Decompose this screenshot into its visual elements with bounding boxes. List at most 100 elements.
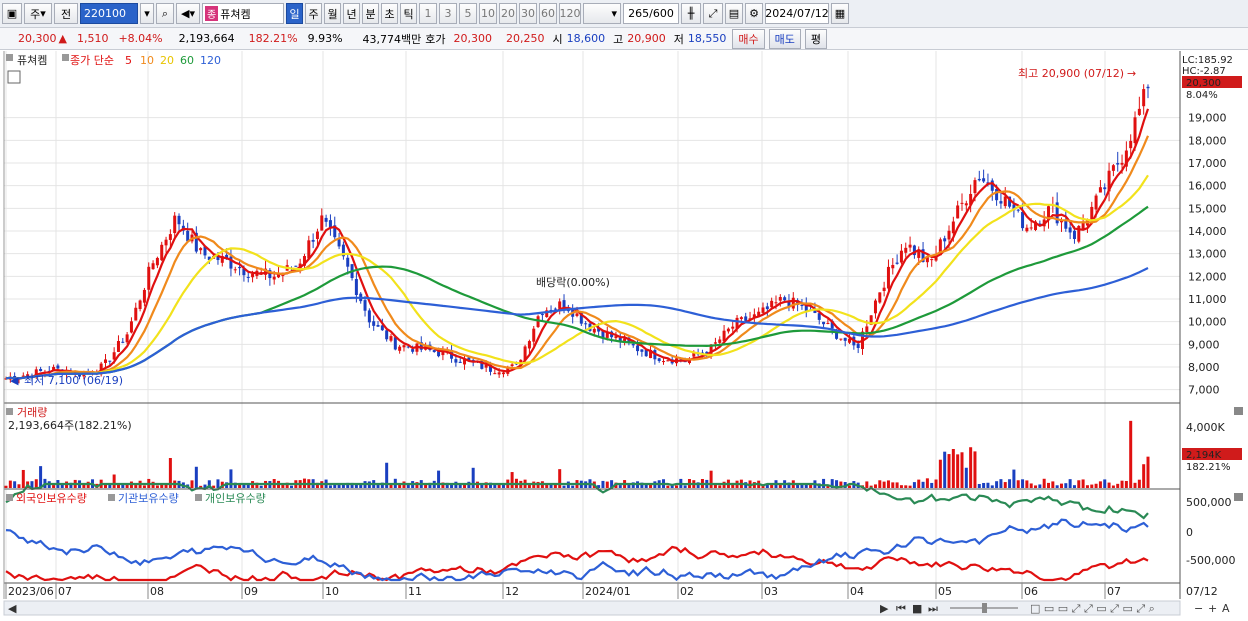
interval-20-label: 20 <box>501 7 515 20</box>
volume-bar <box>1003 482 1007 488</box>
volume-menu-icon[interactable] <box>6 408 13 415</box>
volume-close-icon[interactable] <box>1234 407 1243 415</box>
nav-first-icon[interactable]: ⏮ <box>896 602 906 615</box>
save-icon[interactable]: ▤ <box>725 3 743 24</box>
candle-body <box>995 188 999 201</box>
candle-body <box>1072 230 1076 240</box>
interval-5[interactable]: 5 <box>459 3 477 24</box>
interval-120[interactable]: 120 <box>559 3 581 24</box>
volume-bar <box>21 469 25 488</box>
volume-bar <box>1021 479 1025 488</box>
count-field[interactable]: 265/600 <box>623 3 679 24</box>
interval-1[interactable]: 1 <box>419 3 437 24</box>
candle-body <box>125 334 129 343</box>
sell-button[interactable]: 매도 <box>768 28 801 49</box>
price-tick-label: 12,000 <box>1188 270 1227 283</box>
holding-close-icon[interactable] <box>1234 493 1243 501</box>
scroll-left-icon[interactable]: ◀ <box>8 602 17 615</box>
mode-select[interactable]: 주 ▾ <box>24 3 52 24</box>
prev-button[interactable]: 전 <box>54 3 78 24</box>
holding-legend-indiv-icon[interactable] <box>195 494 202 501</box>
eval-button[interactable]: 평 <box>804 28 828 49</box>
price-panel-title: 퓨쳐켐 <box>17 54 47 67</box>
gear-icon[interactable]: ⚙ <box>745 3 763 24</box>
legend-menu-icon[interactable] <box>62 54 69 61</box>
candle-body <box>731 326 735 329</box>
zoom-out-icon[interactable]: − <box>1194 602 1203 615</box>
volume-bar <box>1038 484 1042 488</box>
candle-body <box>372 321 376 326</box>
period-week[interactable]: 주 <box>305 3 322 24</box>
candle-icon[interactable]: ╫ <box>681 3 701 24</box>
stock-name-field[interactable]: 종 퓨쳐켐 <box>202 3 284 24</box>
volume-bar <box>973 451 977 488</box>
period-day-label: 일 <box>289 7 300 21</box>
scroll-right-icon[interactable]: ▶ <box>880 602 889 615</box>
volume-bar <box>904 485 908 488</box>
legend-ma120: 120 <box>200 54 221 67</box>
period-minute[interactable]: 분 <box>362 3 379 24</box>
period-year[interactable]: 년 <box>343 3 360 24</box>
candle-body <box>904 247 908 253</box>
interval-30-label: 30 <box>521 7 535 20</box>
interval-3[interactable]: 3 <box>439 3 457 24</box>
search-icon[interactable]: ⌕ <box>156 3 174 24</box>
holding-tick-2: 0 <box>1186 526 1193 539</box>
volume-bar <box>1059 483 1063 488</box>
volume-bar <box>908 485 912 488</box>
zoom-in-icon[interactable]: + <box>1208 602 1217 615</box>
volume-value: 2,193,664 <box>178 32 235 45</box>
candle-body <box>662 361 666 363</box>
period-day[interactable]: 일 <box>286 3 303 24</box>
candle-body <box>238 267 242 269</box>
holding-legend-inst-icon[interactable] <box>108 494 115 501</box>
volume-bar <box>1146 456 1150 488</box>
volume-bar <box>1103 479 1107 488</box>
draw-icon[interactable]: ⤢ <box>703 3 723 24</box>
x-axis-label: 09 <box>244 585 258 598</box>
grid-toggle-icon[interactable] <box>7 70 21 84</box>
count-max: /600 <box>649 7 674 20</box>
tool-icons[interactable]: □ ▭ ▭ ⤢ ⤢ ▭ ⤢ ▭ ⤢ ⌕ <box>1030 602 1155 615</box>
holding-menu-icon[interactable] <box>6 494 13 501</box>
volume-bar <box>1077 480 1081 488</box>
volume-bar <box>1034 485 1038 488</box>
candle-body <box>964 203 968 206</box>
candle-body <box>1116 163 1120 165</box>
stock-chart[interactable]: 퓨쳐켐 종가 단순 5 10 20 60 120 최고 20,900 (07/1… <box>0 51 1248 621</box>
panel-menu-icon[interactable] <box>6 54 13 61</box>
period-second[interactable]: 초 <box>381 3 398 24</box>
speaker-icon[interactable]: ◀▾ <box>176 3 200 24</box>
period-tick[interactable]: 틱 <box>400 3 417 24</box>
interval-20[interactable]: 20 <box>499 3 517 24</box>
candle-body <box>895 262 899 264</box>
volume-bar <box>359 485 363 488</box>
interval-10[interactable]: 10 <box>479 3 497 24</box>
stock-name: 퓨쳐켐 <box>220 7 251 21</box>
candle-body <box>1129 140 1133 149</box>
holding-legend-foreign: 외국인보유수량 <box>16 492 87 505</box>
calendar-icon[interactable]: ▦ <box>831 3 849 24</box>
candle-body <box>367 310 371 323</box>
candle-body <box>138 300 142 309</box>
candle-body <box>103 359 107 363</box>
interval-custom-dropdown[interactable]: ▾ <box>583 3 621 24</box>
code-dropdown[interactable]: ▾ <box>140 3 154 24</box>
volume-bar <box>328 485 332 488</box>
candle-body <box>839 338 843 340</box>
nav-last-icon[interactable]: ⏭ <box>928 602 938 615</box>
candle-body <box>882 287 886 291</box>
layout-icon[interactable]: ▣ <box>2 3 22 24</box>
interval-30[interactable]: 30 <box>519 3 537 24</box>
nav-stop-icon[interactable]: ■ <box>912 602 922 615</box>
stock-code-input[interactable]: 220100 <box>80 3 138 24</box>
candle-body <box>886 266 890 289</box>
candle-body <box>307 240 311 259</box>
candle-body <box>385 330 389 340</box>
font-size-icon[interactable]: A <box>1222 602 1230 615</box>
zoom-slider-thumb[interactable] <box>982 603 987 613</box>
date-field[interactable]: 2024/07/12 <box>765 3 829 24</box>
buy-button[interactable]: 매수 <box>732 28 765 49</box>
period-month[interactable]: 월 <box>324 3 341 24</box>
interval-60[interactable]: 60 <box>539 3 557 24</box>
